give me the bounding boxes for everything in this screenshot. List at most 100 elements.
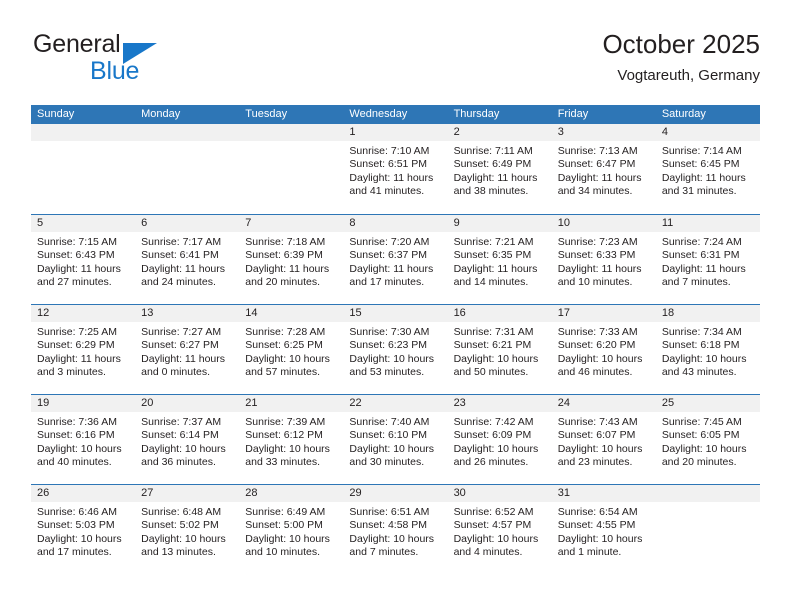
daylight-text: Daylight: 10 hours and 50 minutes. xyxy=(453,352,539,379)
day-sun-info: Sunrise: 7:13 AM Sunset: 6:47 PM Daylight:… xyxy=(552,141,656,199)
day-number: 17 xyxy=(557,307,570,319)
sunset-text: Sunset: 6:21 PM xyxy=(453,339,532,352)
day-number: 12 xyxy=(37,307,50,319)
daylight-text: Daylight: 10 hours and 30 minutes. xyxy=(349,442,435,469)
daylight-text: Daylight: 10 hours and 53 minutes. xyxy=(349,352,435,379)
calendar-day-cell[interactable]: 15 Sunrise: 7:30 AM Sunset: 6:23 PM Dayligh… xyxy=(343,305,448,394)
sunset-text: Sunset: 6:27 PM xyxy=(141,339,219,352)
calendar-day-cell[interactable]: 17 Sunrise: 7:33 AM Sunset: 6:20 PM Dayligh… xyxy=(551,305,656,394)
sunrise-text: Sunrise: 7:14 AM xyxy=(661,145,742,157)
calendar-day-cell[interactable]: 24 Sunrise: 7:43 AM Sunset: 6:07 PM Dayligh… xyxy=(551,395,656,484)
sunrise-text: Sunrise: 7:36 AM xyxy=(37,416,117,428)
day-sun-info: Sunrise: 7:27 AM Sunset: 6:27 PM Daylight:… xyxy=(135,322,239,380)
sunrise-text: Sunrise: 7:20 AM xyxy=(349,236,430,248)
calendar-day-cell[interactable]: 16 Sunrise: 7:31 AM Sunset: 6:21 PM Dayligh… xyxy=(447,305,552,394)
sunset-text: Sunset: 6:25 PM xyxy=(245,339,323,352)
calendar-day-cell[interactable]: 30 Sunrise: 6:52 AM Sunset: 4:57 PM Dayligh… xyxy=(447,485,552,574)
day-number-band: 30 xyxy=(447,485,552,502)
brand-logo[interactable]: General Blue xyxy=(31,32,261,94)
day-number: 20 xyxy=(141,397,154,409)
weekday-header-row: Sunday Monday Tuesday Wednesday Thursday… xyxy=(31,105,760,124)
day-number: 19 xyxy=(37,397,50,409)
day-number: 29 xyxy=(349,487,362,499)
calendar-day-cell[interactable]: 18 Sunrise: 7:34 AM Sunset: 6:18 PM Dayligh… xyxy=(655,305,760,394)
title-block: October 2025 Vogtareuth, Germany xyxy=(602,30,760,84)
daylight-text: Daylight: 11 hours and 38 minutes. xyxy=(453,171,538,198)
calendar-day-cell[interactable]: 26 Sunrise: 6:46 AM Sunset: 5:03 PM Dayligh… xyxy=(31,485,136,574)
sunrise-text: Sunrise: 7:30 AM xyxy=(349,326,430,338)
day-number: 21 xyxy=(245,397,258,409)
day-number-band: 15 xyxy=(343,305,448,322)
daylight-text: Daylight: 10 hours and 57 minutes. xyxy=(245,352,330,379)
day-number-band: 16 xyxy=(447,305,552,322)
calendar-day-cell[interactable]: 20 Sunrise: 7:37 AM Sunset: 6:14 PM Dayligh… xyxy=(135,395,240,484)
sunrise-text: Sunrise: 6:49 AM xyxy=(245,506,326,518)
day-number: 2 xyxy=(453,126,460,138)
calendar-day-cell[interactable]: 23 Sunrise: 7:42 AM Sunset: 6:09 PM Dayligh… xyxy=(447,395,552,484)
calendar-day-cell[interactable]: 8 Sunrise: 7:20 AM Sunset: 6:37 PM Daylight… xyxy=(343,215,448,304)
calendar-day-cell[interactable]: 1 Sunrise: 7:10 AM Sunset: 6:51 PM Daylight… xyxy=(343,124,448,214)
day-number-band: 29 xyxy=(343,485,448,502)
calendar-day-cell[interactable]: 21 Sunrise: 7:39 AM Sunset: 6:12 PM Dayligh… xyxy=(239,395,344,484)
daylight-text: Daylight: 10 hours and 17 minutes. xyxy=(37,532,122,559)
calendar-day-cell[interactable]: 9 Sunrise: 7:21 AM Sunset: 6:35 PM Daylight… xyxy=(447,215,552,304)
calendar-day-cell[interactable]: 14 Sunrise: 7:28 AM Sunset: 6:25 PM Dayligh… xyxy=(239,305,344,394)
calendar-day-cell[interactable]: 4 Sunrise: 7:14 AM Sunset: 6:45 PM Daylight… xyxy=(655,124,760,214)
day-sun-info: Sunrise: 7:23 AM Sunset: 6:33 PM Daylight:… xyxy=(552,232,656,290)
calendar-day-cell[interactable]: 11 Sunrise: 7:24 AM Sunset: 6:31 PM Dayligh… xyxy=(655,215,760,304)
calendar-week-row: 19 Sunrise: 7:36 AM Sunset: 6:16 PM Dayligh… xyxy=(31,394,760,484)
day-sun-info: Sunrise: 7:31 AM Sunset: 6:21 PM Daylight:… xyxy=(448,322,552,380)
daylight-text: Daylight: 11 hours and 20 minutes. xyxy=(245,262,330,289)
calendar-day-cell-empty xyxy=(31,124,136,214)
day-sun-info: Sunrise: 6:49 AM Sunset: 5:00 PM Daylight:… xyxy=(239,502,343,560)
calendar-day-cell[interactable]: 13 Sunrise: 7:27 AM Sunset: 6:27 PM Dayligh… xyxy=(135,305,240,394)
day-number: 26 xyxy=(37,487,50,499)
brand-name-general: General xyxy=(33,30,121,58)
day-sun-info: Sunrise: 7:39 AM Sunset: 6:12 PM Daylight:… xyxy=(239,412,343,470)
sunset-text: Sunset: 5:03 PM xyxy=(37,519,115,532)
daylight-text: Daylight: 11 hours and 0 minutes. xyxy=(141,352,225,379)
day-number: 7 xyxy=(245,217,252,229)
calendar-day-cell[interactable]: 25 Sunrise: 7:45 AM Sunset: 6:05 PM Dayligh… xyxy=(655,395,760,484)
daylight-text: Daylight: 11 hours and 31 minutes. xyxy=(661,171,746,198)
calendar-day-cell[interactable]: 3 Sunrise: 7:13 AM Sunset: 6:47 PM Daylight… xyxy=(551,124,656,214)
calendar-day-cell[interactable]: 31 Sunrise: 6:54 AM Sunset: 4:55 PM Dayligh… xyxy=(551,485,656,574)
sunrise-text: Sunrise: 6:51 AM xyxy=(349,506,430,518)
sunrise-text: Sunrise: 7:11 AM xyxy=(453,145,533,157)
day-sun-info: Sunrise: 7:42 AM Sunset: 6:09 PM Daylight:… xyxy=(448,412,552,470)
sunrise-text: Sunrise: 7:40 AM xyxy=(349,416,430,428)
calendar-day-cell[interactable]: 27 Sunrise: 6:48 AM Sunset: 5:02 PM Dayligh… xyxy=(135,485,240,574)
calendar-day-cell[interactable]: 19 Sunrise: 7:36 AM Sunset: 6:16 PM Dayligh… xyxy=(31,395,136,484)
sunrise-text: Sunrise: 7:33 AM xyxy=(557,326,638,338)
calendar-day-cell[interactable]: 12 Sunrise: 7:25 AM Sunset: 6:29 PM Dayligh… xyxy=(31,305,136,394)
day-number-band: 5 xyxy=(31,215,136,232)
daylight-text: Daylight: 10 hours and 33 minutes. xyxy=(245,442,330,469)
calendar-day-cell[interactable]: 2 Sunrise: 7:11 AM Sunset: 6:49 PM Daylight… xyxy=(447,124,552,214)
daylight-text: Daylight: 11 hours and 14 minutes. xyxy=(453,262,538,289)
sunset-text: Sunset: 6:33 PM xyxy=(557,249,636,262)
calendar-week-row: 12 Sunrise: 7:25 AM Sunset: 6:29 PM Dayligh… xyxy=(31,304,760,394)
sunset-text: Sunset: 6:10 PM xyxy=(349,429,428,442)
daylight-text: Daylight: 10 hours and 1 minute. xyxy=(557,532,643,559)
sunrise-text: Sunrise: 7:10 AM xyxy=(349,145,430,157)
sunrise-text: Sunrise: 7:31 AM xyxy=(453,326,534,338)
day-sun-info: Sunrise: 7:15 AM Sunset: 6:43 PM Daylight:… xyxy=(31,232,135,290)
calendar-day-cell[interactable]: 28 Sunrise: 6:49 AM Sunset: 5:00 PM Dayligh… xyxy=(239,485,344,574)
daylight-text: Daylight: 10 hours and 40 minutes. xyxy=(37,442,122,469)
calendar-day-cell[interactable]: 10 Sunrise: 7:23 AM Sunset: 6:33 PM Dayligh… xyxy=(551,215,656,304)
day-number: 5 xyxy=(37,217,44,229)
day-number-band: 18 xyxy=(655,305,760,322)
sunrise-text: Sunrise: 7:23 AM xyxy=(557,236,638,248)
calendar-day-cell[interactable]: 22 Sunrise: 7:40 AM Sunset: 6:10 PM Dayligh… xyxy=(343,395,448,484)
sunset-text: Sunset: 6:12 PM xyxy=(245,429,323,442)
sunset-text: Sunset: 6:49 PM xyxy=(453,158,532,171)
daylight-text: Daylight: 10 hours and 20 minutes. xyxy=(661,442,747,469)
sunrise-text: Sunrise: 7:34 AM xyxy=(661,326,742,338)
calendar-day-cell[interactable]: 6 Sunrise: 7:17 AM Sunset: 6:41 PM Daylight… xyxy=(135,215,240,304)
day-sun-info: Sunrise: 6:52 AM Sunset: 4:57 PM Daylight:… xyxy=(448,502,552,560)
calendar-day-cell[interactable]: 29 Sunrise: 6:51 AM Sunset: 4:58 PM Dayligh… xyxy=(343,485,448,574)
calendar-day-cell[interactable]: 7 Sunrise: 7:18 AM Sunset: 6:39 PM Daylight… xyxy=(239,215,344,304)
sunrise-text: Sunrise: 6:52 AM xyxy=(453,506,534,518)
sunrise-text: Sunrise: 7:39 AM xyxy=(245,416,326,428)
calendar-day-cell[interactable]: 5 Sunrise: 7:15 AM Sunset: 6:43 PM Daylight… xyxy=(31,215,136,304)
